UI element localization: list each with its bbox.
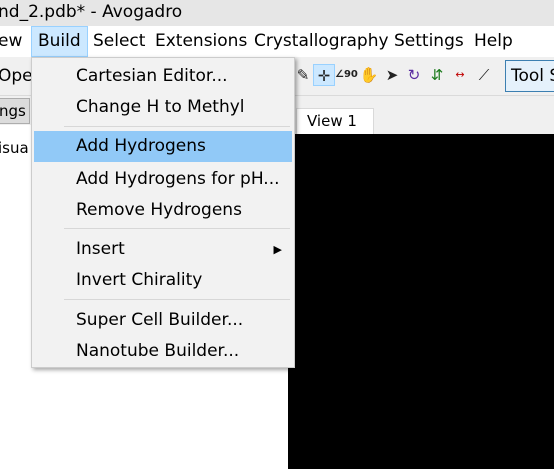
align-icon[interactable]: ⟋ [473,64,495,86]
menu-extensions[interactable]: Extensions [149,26,253,57]
measure-angle-icon[interactable]: ∠90 [335,64,358,86]
tool-settings-button[interactable]: Tool S [505,60,554,92]
window-title: nd_2.pdb* - Avogadro [0,2,183,22]
title-bar: nd_2.pdb* - Avogadro [0,0,554,26]
navigate-crosshair-icon[interactable]: ✛ [313,64,335,86]
menu-item-add-hydrogens[interactable]: Add Hydrogens [34,131,292,162]
select-arrow-icon[interactable]: ➤ [381,64,403,86]
menu-item-change-h-to-methyl[interactable]: Change H to Methyl [34,92,292,123]
submenu-arrow-icon: ▶ [273,243,282,256]
manipulate-hand-icon[interactable]: ✋ [358,64,380,86]
menu-item-nanotube-builder[interactable]: Nanotube Builder... [34,336,292,367]
menu-separator [64,126,290,127]
menu-view[interactable]: ew [0,26,28,57]
menu-crystallography[interactable]: Crystallography [248,26,395,57]
tab-view-1[interactable]: View 1 [296,108,374,134]
menu-select[interactable]: Select [87,26,151,57]
menu-build[interactable]: Build [31,26,88,57]
open-button[interactable]: Ope [0,66,33,86]
bond-length-icon[interactable]: ↔ [449,64,471,86]
menu-item-insert-label: Insert [76,239,125,259]
rotate-icon[interactable]: ↻ [403,64,425,86]
menu-item-cartesian-editor[interactable]: Cartesian Editor... [34,61,292,92]
menu-item-add-hydrogens-ph[interactable]: Add Hydrogens for pH... [34,164,292,195]
menu-item-remove-hydrogens[interactable]: Remove Hydrogens [34,195,292,226]
draw-pencil-icon[interactable]: ✎ [292,64,314,86]
menu-item-super-cell-builder[interactable]: Super Cell Builder... [34,305,292,336]
menu-bar: ew Build Select Extensions Crystallograp… [0,26,554,57]
menu-item-insert[interactable]: Insert ▶ [34,234,292,265]
menu-settings[interactable]: Settings [388,26,470,57]
autoopt-icon[interactable]: ⇵ [426,64,448,86]
molecule-viewport[interactable] [288,134,554,469]
build-menu-dropdown: Cartesian Editor... Change H to Methyl A… [31,57,295,368]
menu-separator [64,228,290,229]
visual-label: isua [0,139,29,157]
settings-tab[interactable]: ngs [0,98,30,124]
menu-help[interactable]: Help [468,26,519,57]
menu-item-invert-chirality[interactable]: Invert Chirality [34,265,292,296]
menu-separator [64,299,290,300]
